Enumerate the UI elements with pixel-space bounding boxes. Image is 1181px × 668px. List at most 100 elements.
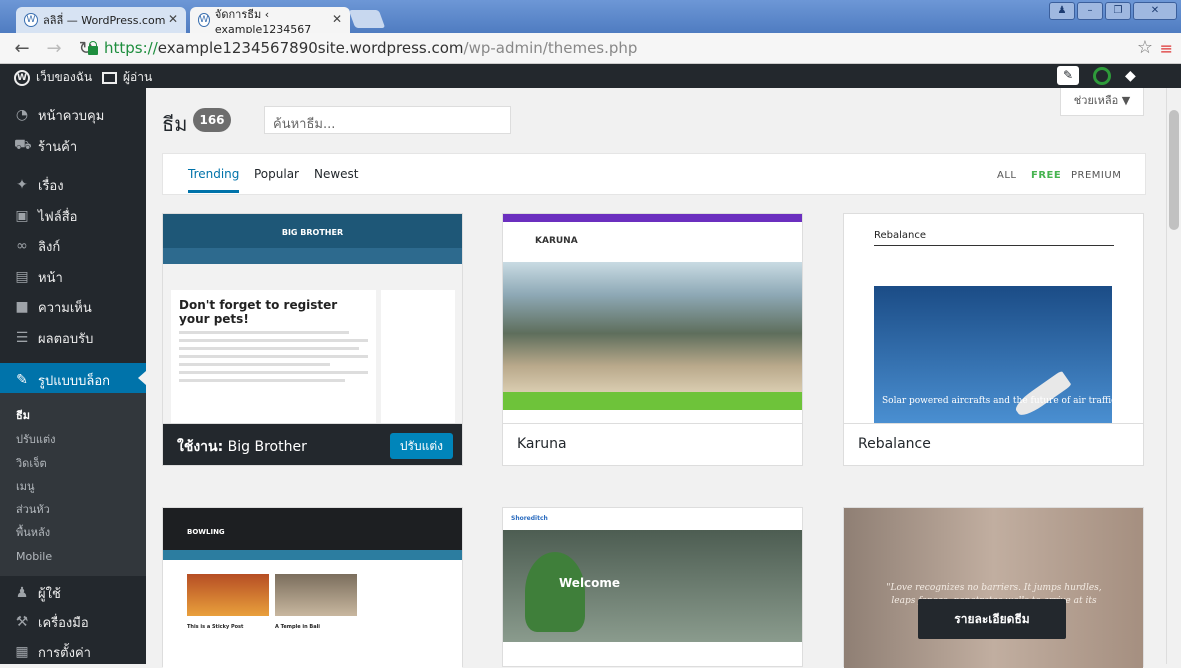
sidebar-item-label: ลิงก์: [38, 239, 61, 255]
back-icon[interactable]: ←: [12, 38, 32, 59]
maximize-button[interactable]: ❐: [1105, 2, 1131, 20]
preview-text-line: [179, 363, 331, 366]
wordpress-logo-icon: W: [14, 69, 30, 86]
theme-count-badge: 166: [193, 108, 231, 132]
sidebar-item-comments[interactable]: ■ ความเห็น: [0, 292, 146, 322]
theme-card-shoreditch[interactable]: Shoreditch Welcome: [502, 507, 803, 667]
preview-logo: KARUNA: [535, 236, 578, 246]
submenu-customize[interactable]: ปรับแต่ง: [16, 430, 55, 448]
cart-icon: ⛟: [14, 137, 32, 153]
user-icon[interactable]: ♟: [1049, 2, 1075, 20]
tab-popular[interactable]: Popular: [254, 167, 299, 181]
preview-text-line: [179, 355, 368, 358]
theme-screenshot[interactable]: BOWLING This is a Sticky Post A Temple i…: [163, 508, 462, 668]
theme-card-karuna[interactable]: KARUNA Karuna: [502, 213, 803, 466]
filter-all[interactable]: ALL: [997, 170, 1016, 181]
submenu-mobile[interactable]: Mobile: [16, 550, 52, 563]
theme-card-big-brother[interactable]: BIG BROTHER Don't forget to register you…: [162, 213, 463, 466]
close-tab-icon[interactable]: ✕: [332, 12, 342, 26]
customize-button[interactable]: ปรับแต่ง: [389, 433, 453, 459]
sidebar-item-posts[interactable]: ✦ เรื่อง: [0, 170, 146, 200]
preview-image: [187, 574, 269, 616]
preview-banner: [503, 392, 802, 410]
settings-icon: ▦: [15, 644, 29, 660]
spaceplane-icon: [1012, 370, 1072, 420]
profile-icon[interactable]: [1093, 66, 1111, 85]
page-scrollbar[interactable]: [1166, 88, 1181, 664]
page-icon: ▤: [15, 269, 29, 285]
tab-newest[interactable]: Newest: [314, 167, 359, 181]
forward-icon[interactable]: →: [44, 38, 64, 59]
preview-text-line: [179, 371, 368, 374]
help-tab-button[interactable]: ช่วยเหลือ ▼: [1060, 88, 1144, 116]
notifications-icon[interactable]: ◆: [1125, 68, 1141, 84]
sidebar-item-store[interactable]: ⛟ ร้านค้า: [0, 131, 146, 161]
theme-name: Rebalance: [858, 436, 931, 452]
sidebar-item-links[interactable]: ∞ ลิงก์: [0, 231, 146, 261]
preview-caption: Solar powered aircrafts and the future o…: [882, 396, 1117, 406]
sidebar-item-label: ไฟล์สื่อ: [38, 209, 78, 225]
theme-screenshot[interactable]: Rebalance Solar powered aircrafts and th…: [844, 214, 1143, 423]
reader-label: ผู้อ่าน: [123, 70, 153, 84]
reader-icon: [102, 71, 117, 84]
new-tab-button[interactable]: [348, 10, 386, 28]
close-window-button[interactable]: ✕: [1133, 2, 1177, 20]
sidebar-lower: ♟ ผู้ใช้ ⚒ เครื่องมือ ▦ การตั้งค่า: [0, 576, 146, 664]
my-site-link[interactable]: W เว็บของฉัน: [14, 68, 92, 87]
theme-search-input[interactable]: ค้นหาธีม...: [264, 106, 511, 134]
browser-menu-icon[interactable]: ≡: [1160, 39, 1173, 58]
sidebar-item-label: ผู้ใช้: [38, 586, 61, 602]
submenu-widgets[interactable]: วิดเจ็ต: [16, 454, 47, 472]
preview-text-line: [179, 347, 359, 350]
reader-link[interactable]: ผู้อ่าน: [102, 68, 152, 87]
url-field[interactable]: https://example1234567890site.wordpress.…: [88, 36, 1118, 60]
browser-tab-2[interactable]: W จัดการธีม ‹ example1234567 ✕: [190, 7, 350, 36]
sidebar-item-settings[interactable]: ▦ การตั้งค่า: [0, 637, 146, 667]
admin-bar: W เว็บของฉัน ผู้อ่าน ✎ ◆: [0, 64, 1181, 88]
sidebar-item-users[interactable]: ♟ ผู้ใช้: [0, 578, 146, 608]
theme-screenshot[interactable]: Shoreditch Welcome: [503, 508, 802, 668]
wordpress-favicon-icon: W: [198, 13, 210, 27]
preview-heading: Welcome: [559, 576, 621, 590]
preview-post-title: A Temple in Bali: [275, 624, 321, 630]
submenu-menus[interactable]: เมนู: [16, 477, 35, 495]
theme-card-rebalance[interactable]: Rebalance Solar powered aircrafts and th…: [843, 213, 1144, 466]
main-content: ธีม 166 ค้นหาธีม... ช่วยเหลือ ▼ Trending…: [146, 88, 1166, 668]
close-tab-icon[interactable]: ✕: [168, 12, 178, 26]
write-post-icon[interactable]: ✎: [1057, 66, 1079, 85]
theme-card-bowling[interactable]: BOWLING This is a Sticky Post A Temple i…: [162, 507, 463, 668]
appearance-submenu: ธีม ปรับแต่ง วิดเจ็ต เมนู ส่วนหัว พื้นหล…: [0, 393, 146, 577]
sidebar-item-label: หน้า: [38, 270, 63, 286]
tab-trending[interactable]: Trending: [188, 167, 240, 193]
sidebar-item-pages[interactable]: ▤ หน้า: [0, 262, 146, 292]
theme-card-hovered[interactable]: "Love recognizes no barriers. It jumps h…: [843, 507, 1144, 668]
scrollbar-thumb[interactable]: [1169, 110, 1179, 230]
theme-screenshot[interactable]: BIG BROTHER Don't forget to register you…: [163, 214, 462, 423]
submenu-background[interactable]: พื้นหลัง: [16, 523, 50, 541]
window-controls: ♟ – ❐ ✕: [1049, 2, 1177, 20]
sidebar-item-feedback[interactable]: ☰ ผลตอบรับ: [0, 323, 146, 353]
browser-tab-1[interactable]: W ลลิลี่ — WordPress.com ✕: [16, 7, 186, 33]
theme-details-button[interactable]: รายละเอียดธีม: [918, 599, 1066, 639]
sidebar-item-dashboard[interactable]: ◔ หน้าควบคุม: [0, 100, 146, 130]
wrench-icon: ⚒: [15, 614, 29, 630]
preview-rule: [874, 245, 1114, 246]
sidebar-item-appearance[interactable]: ✎ รูปแบบบล็อก: [0, 363, 146, 397]
sidebar-item-label: ผลตอบรับ: [38, 331, 94, 347]
submenu-header[interactable]: ส่วนหัว: [16, 500, 50, 518]
theme-screenshot[interactable]: KARUNA: [503, 214, 802, 423]
bookmark-star-icon[interactable]: ☆: [1137, 37, 1153, 58]
sidebar-item-media[interactable]: ▣ ไฟล์สื่อ: [0, 201, 146, 231]
filter-premium[interactable]: PREMIUM: [1071, 170, 1121, 181]
minimize-button[interactable]: –: [1077, 2, 1103, 20]
sidebar-item-label: รูปแบบบล็อก: [38, 373, 111, 389]
theme-screenshot[interactable]: "Love recognizes no barriers. It jumps h…: [844, 508, 1143, 668]
sidebar-item-tools[interactable]: ⚒ เครื่องมือ: [0, 607, 146, 637]
preview-header: Shoreditch: [503, 508, 802, 530]
filter-free[interactable]: FREE: [1031, 170, 1061, 181]
preview-image: [275, 574, 357, 616]
url-host: example1234567890site.wordpress.com: [157, 39, 464, 57]
preview-site-title: BIG BROTHER: [281, 228, 344, 237]
submenu-themes[interactable]: ธีม: [16, 406, 30, 424]
preview-text-line: [179, 379, 346, 382]
